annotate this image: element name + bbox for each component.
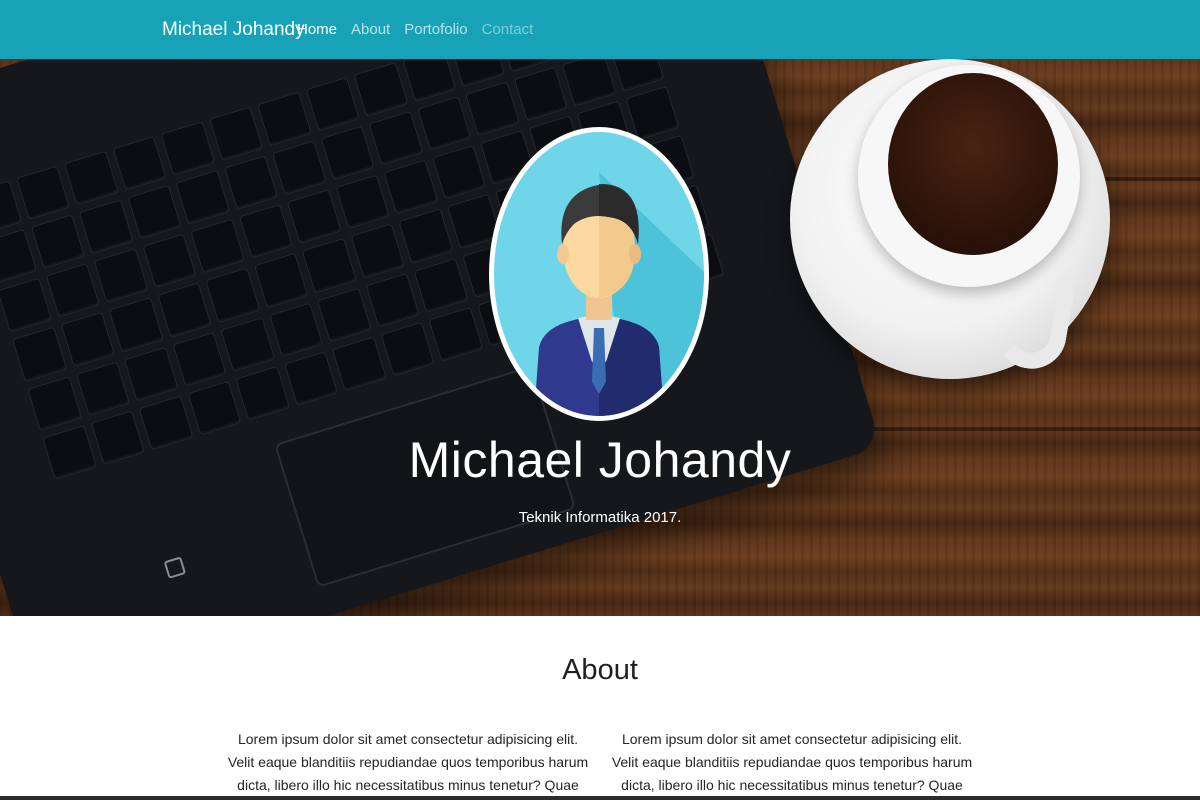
coffee bbox=[888, 73, 1058, 255]
nav-link-portofolio[interactable]: Portofolio bbox=[404, 21, 467, 38]
hero-jumbotron: Michael Johandy Teknik Informatika 2017. bbox=[0, 59, 1200, 616]
nav-links: Home About Portofolio Contact bbox=[297, 21, 547, 38]
nav-link-contact[interactable]: Contact bbox=[482, 21, 534, 38]
about-column-left: Lorem ipsum dolor sit amet consectetur a… bbox=[227, 731, 589, 793]
about-columns: Lorem ipsum dolor sit amet consectetur a… bbox=[224, 728, 976, 800]
avatar bbox=[489, 127, 709, 421]
nav-link-home[interactable]: Home bbox=[297, 21, 337, 38]
navbar-brand[interactable]: Michael Johandy bbox=[162, 19, 305, 41]
nfc-icon bbox=[163, 556, 187, 579]
about-column-right: Lorem ipsum dolor sit amet consectetur a… bbox=[611, 731, 973, 793]
coffee-cup-image bbox=[858, 65, 1080, 287]
hero-name: Michael Johandy bbox=[408, 432, 792, 488]
hero-subtitle: Teknik Informatika 2017. bbox=[518, 509, 682, 526]
businessman-avatar-icon bbox=[494, 132, 704, 416]
about-title: About bbox=[562, 654, 638, 686]
navbar: Michael Johandy Home About Portofolio Co… bbox=[0, 0, 1200, 59]
horizontal-scrollbar[interactable] bbox=[0, 796, 1200, 800]
nav-link-about[interactable]: About bbox=[351, 21, 390, 38]
